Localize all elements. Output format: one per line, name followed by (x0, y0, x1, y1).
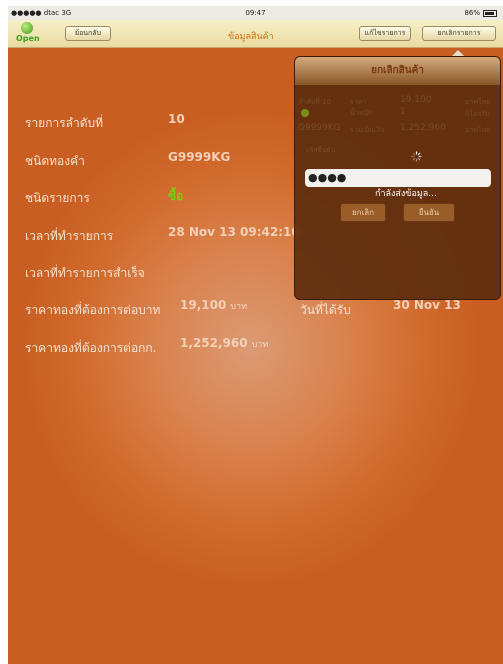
status-bar: ●●●●● dtac 3G 09:47 86% (8, 6, 503, 20)
seq-value: 10 (168, 112, 185, 126)
receive-date-value: 30 Nov 13 (393, 298, 461, 312)
battery-icon (483, 9, 497, 17)
popover-total-unit: บาทไทย (465, 126, 491, 134)
open-status-icon (21, 22, 33, 34)
popover-total: 1,252,960 (400, 123, 446, 133)
popover-price: 19,100 (400, 95, 432, 105)
popover-weight: 1 (400, 107, 406, 117)
gold-type-value: G9999KG (168, 150, 231, 164)
popover-price-label: ราคา (350, 98, 367, 106)
popover-confirm-button[interactable]: ยืนยัน (403, 203, 455, 222)
pin-label: รหัสยืนยัน (305, 146, 336, 154)
popover-weight-unit: กิโลกรัม (465, 110, 490, 118)
popover-weight-label: น้ำหนัก (350, 109, 373, 117)
order-type-value: ซื้อ (168, 189, 184, 203)
order-time-label: เวลาที่ทำรายการ (25, 229, 114, 243)
buy-indicator-icon (301, 109, 309, 117)
loading-message: กำลังส่งข้อมูล... (375, 189, 437, 199)
clock-label: 09:47 (245, 9, 266, 17)
price-per-baht-value: 19,100 บาท (180, 298, 247, 313)
popover-total-label: รวมเป็นเงิน (350, 126, 385, 134)
price-per-kg-unit: บาท (251, 340, 269, 350)
price-per-baht-label: ราคาทองที่ต้องการต่อบาท (25, 303, 161, 317)
popover-code: G9999KG (298, 123, 341, 133)
receive-date-label: วันที่ได้รับ (300, 303, 351, 317)
price-per-baht-unit: บาท (230, 302, 248, 312)
completed-time-label: เวลาที่ทำรายการสำเร็จ (25, 266, 145, 280)
order-type-label: ชนิดรายการ (25, 191, 90, 205)
price-per-baht-amount: 19,100 (180, 298, 227, 312)
cancel-order-popover: ยกเลิกสินค้า ลำดับที่ 10 ราคา 19,100 บาท… (294, 56, 501, 300)
app-screen: ●●●●● dtac 3G 09:47 86% Open ย้อนกลับ ข้… (8, 6, 503, 664)
open-logo: Open (16, 22, 40, 44)
gold-type-label: ชนิดทองคำ (25, 154, 85, 168)
loading-spinner-icon (411, 151, 422, 162)
battery-percent: 86% (464, 9, 480, 17)
page-title: ข้อมูลสินค้า (228, 32, 274, 42)
back-button[interactable]: ย้อนกลับ (65, 26, 111, 41)
pin-input[interactable]: ●●●● (305, 169, 491, 187)
battery-indicator: 86% (464, 9, 497, 17)
price-per-kg-amount: 1,252,960 (180, 336, 248, 350)
popover-price-unit: บาทไทย (465, 98, 491, 106)
edit-order-button[interactable]: แก้ไขรายการ (359, 26, 411, 41)
price-per-kg-value: 1,252,960 บาท (180, 336, 268, 351)
cancel-order-button[interactable]: ยกเลิกรายการ (422, 26, 496, 41)
price-per-kg-label: ราคาทองที่ต้องการต่อกก. (25, 341, 157, 355)
order-time-value: 28 Nov 13 09:42:10 (168, 225, 300, 239)
popover-cancel-button[interactable]: ยกเลิก (340, 203, 386, 222)
popover-title: ยกเลิกสินค้า (295, 57, 500, 85)
nav-bar: Open ย้อนกลับ ข้อมูลสินค้า แก้ไขรายการ ย… (8, 20, 503, 48)
popover-seq: ลำดับที่ 10 (298, 98, 331, 106)
open-label: Open (16, 34, 40, 43)
seq-label: รายการลำดับที่ (25, 116, 104, 130)
